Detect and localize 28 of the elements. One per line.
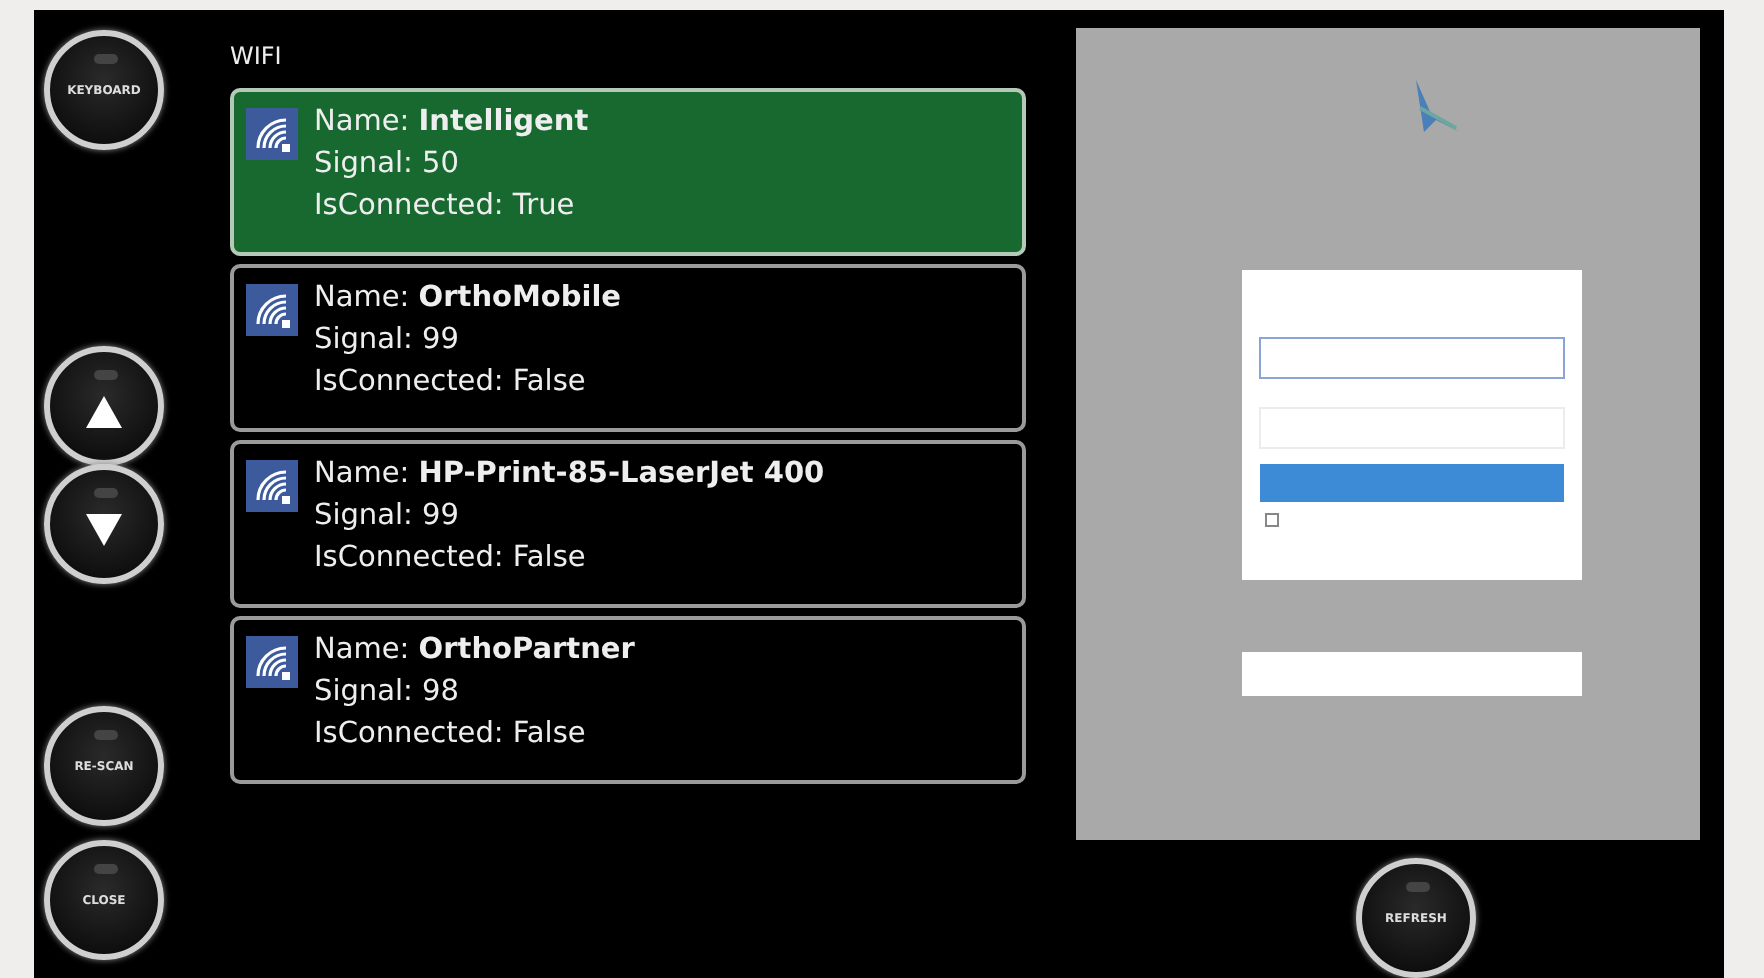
connection-status: IsConnected: False (314, 364, 586, 402)
scroll-down-button[interactable] (44, 464, 164, 584)
network-name: Name: HP-Print-85-LaserJet 400 (314, 456, 825, 494)
connection-status: IsConnected: False (314, 540, 586, 578)
wifi-icon (246, 108, 298, 160)
network-name: Name: OrthoPartner (314, 632, 635, 670)
network-name: Name: OrthoMobile (314, 280, 622, 318)
network-item[interactable]: Name: OrthoPartner Signal: 98 IsConnected: False (230, 616, 1026, 784)
down-arrow-icon (86, 514, 122, 546)
network-item[interactable]: Name: HP-Print-85-LaserJet 400 Signal: 99 IsConnected: False (230, 440, 1026, 608)
scroll-up-button[interactable] (44, 346, 164, 466)
network-name: Name: Intelligent (314, 104, 589, 142)
remember-checkbox[interactable] (1265, 513, 1279, 527)
connection-status: IsConnected: True (314, 188, 575, 226)
list-title: WIFI (230, 40, 282, 74)
wifi-icon (246, 284, 298, 336)
signal-text: Signal: 99 (314, 322, 459, 360)
signal-text: Signal: 99 (314, 498, 459, 536)
network-item[interactable]: Name: OrthoMobile Signal: 99 IsConnected: False (230, 264, 1026, 432)
wifi-icon (246, 636, 298, 688)
connection-status: IsConnected: False (314, 716, 586, 754)
username-field[interactable] (1259, 337, 1565, 379)
up-arrow-icon (86, 396, 122, 428)
wifi-icon (246, 460, 298, 512)
logo-icon (1416, 80, 1460, 132)
network-item[interactable]: Name: Intelligent Signal: 50 IsConnected: True (230, 88, 1026, 256)
signal-text: Signal: 98 (314, 674, 459, 712)
signal-text: Signal: 50 (314, 146, 459, 184)
